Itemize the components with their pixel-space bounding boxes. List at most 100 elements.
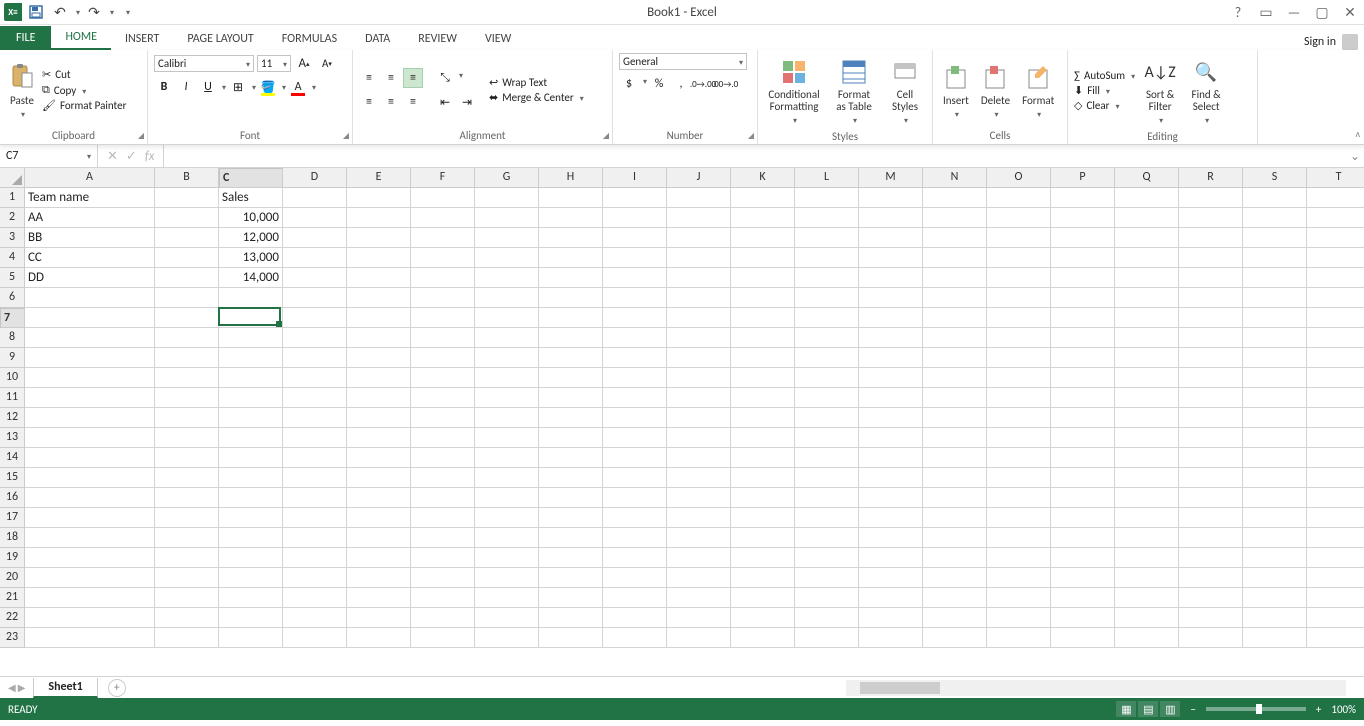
cell-P16[interactable] bbox=[1051, 488, 1115, 508]
cell-B22[interactable] bbox=[155, 608, 219, 628]
cell-H12[interactable] bbox=[539, 408, 603, 428]
cell-P4[interactable] bbox=[1051, 248, 1115, 268]
cell-H22[interactable] bbox=[539, 608, 603, 628]
column-header-F[interactable]: F bbox=[411, 168, 475, 188]
insert-cells-button[interactable]: Insert bbox=[939, 58, 973, 122]
cell-P3[interactable] bbox=[1051, 228, 1115, 248]
review-tab[interactable]: REVIEW bbox=[404, 28, 471, 50]
cell-A5[interactable]: DD bbox=[25, 268, 155, 288]
cell-H16[interactable] bbox=[539, 488, 603, 508]
cell-H2[interactable] bbox=[539, 208, 603, 228]
cell-I16[interactable] bbox=[603, 488, 667, 508]
cell-Q9[interactable] bbox=[1115, 348, 1179, 368]
cell-M17[interactable] bbox=[859, 508, 923, 528]
column-header-D[interactable]: D bbox=[283, 168, 347, 188]
new-sheet-button[interactable]: + bbox=[108, 679, 126, 697]
cell-H1[interactable] bbox=[539, 188, 603, 208]
cell-N5[interactable] bbox=[923, 268, 987, 288]
cell-D14[interactable] bbox=[283, 448, 347, 468]
cell-D15[interactable] bbox=[283, 468, 347, 488]
cell-J12[interactable] bbox=[667, 408, 731, 428]
row-header-8[interactable]: 8 bbox=[0, 328, 25, 348]
cell-F7[interactable] bbox=[411, 308, 475, 328]
cell-P23[interactable] bbox=[1051, 628, 1115, 648]
cell-L22[interactable] bbox=[795, 608, 859, 628]
align-left-icon[interactable]: ≡ bbox=[359, 92, 379, 112]
cell-R23[interactable] bbox=[1179, 628, 1243, 648]
cell-O21[interactable] bbox=[987, 588, 1051, 608]
cell-T5[interactable] bbox=[1307, 268, 1364, 288]
cell-R13[interactable] bbox=[1179, 428, 1243, 448]
page-layout-tab[interactable]: PAGE LAYOUT bbox=[173, 28, 267, 50]
cell-O18[interactable] bbox=[987, 528, 1051, 548]
cell-E12[interactable] bbox=[347, 408, 411, 428]
row-header-10[interactable]: 10 bbox=[0, 368, 25, 388]
row-header-12[interactable]: 12 bbox=[0, 408, 25, 428]
cell-N3[interactable] bbox=[923, 228, 987, 248]
cell-Q8[interactable] bbox=[1115, 328, 1179, 348]
autosum-button[interactable]: ∑AutoSum bbox=[1074, 69, 1135, 82]
cell-P18[interactable] bbox=[1051, 528, 1115, 548]
cell-A14[interactable] bbox=[25, 448, 155, 468]
cell-F1[interactable] bbox=[411, 188, 475, 208]
merge-dropdown-icon[interactable] bbox=[578, 91, 584, 104]
fill-color-dropdown-icon[interactable] bbox=[280, 80, 286, 94]
cell-T16[interactable] bbox=[1307, 488, 1364, 508]
cell-G7[interactable] bbox=[475, 308, 539, 328]
cell-S4[interactable] bbox=[1243, 248, 1307, 268]
cell-F3[interactable] bbox=[411, 228, 475, 248]
cell-O16[interactable] bbox=[987, 488, 1051, 508]
underline-dropdown-icon[interactable] bbox=[220, 80, 226, 94]
cell-J16[interactable] bbox=[667, 488, 731, 508]
cell-L12[interactable] bbox=[795, 408, 859, 428]
cell-K10[interactable] bbox=[731, 368, 795, 388]
cell-G17[interactable] bbox=[475, 508, 539, 528]
zoom-in-icon[interactable]: + bbox=[1316, 703, 1321, 716]
row-header-1[interactable]: 1 bbox=[0, 188, 25, 208]
cell-D3[interactable] bbox=[283, 228, 347, 248]
cell-R10[interactable] bbox=[1179, 368, 1243, 388]
cell-R5[interactable] bbox=[1179, 268, 1243, 288]
cell-A11[interactable] bbox=[25, 388, 155, 408]
cell-S18[interactable] bbox=[1243, 528, 1307, 548]
cell-C20[interactable] bbox=[219, 568, 283, 588]
cell-K11[interactable] bbox=[731, 388, 795, 408]
cell-P11[interactable] bbox=[1051, 388, 1115, 408]
cell-A9[interactable] bbox=[25, 348, 155, 368]
cell-N16[interactable] bbox=[923, 488, 987, 508]
cell-F18[interactable] bbox=[411, 528, 475, 548]
cell-P17[interactable] bbox=[1051, 508, 1115, 528]
cell-A16[interactable] bbox=[25, 488, 155, 508]
increase-font-icon[interactable]: A▴ bbox=[294, 53, 314, 73]
cell-N4[interactable] bbox=[923, 248, 987, 268]
column-header-M[interactable]: M bbox=[859, 168, 923, 188]
cell-D13[interactable] bbox=[283, 428, 347, 448]
cell-L23[interactable] bbox=[795, 628, 859, 648]
column-header-Q[interactable]: Q bbox=[1115, 168, 1179, 188]
cell-O7[interactable] bbox=[987, 308, 1051, 328]
cell-R11[interactable] bbox=[1179, 388, 1243, 408]
cell-D5[interactable] bbox=[283, 268, 347, 288]
cell-T15[interactable] bbox=[1307, 468, 1364, 488]
zoom-slider[interactable] bbox=[1206, 707, 1306, 711]
cell-Q16[interactable] bbox=[1115, 488, 1179, 508]
row-header-16[interactable]: 16 bbox=[0, 488, 25, 508]
cell-B3[interactable] bbox=[155, 228, 219, 248]
cell-Q22[interactable] bbox=[1115, 608, 1179, 628]
cell-C1[interactable]: Sales bbox=[219, 188, 283, 208]
cell-S15[interactable] bbox=[1243, 468, 1307, 488]
insert-function-icon[interactable]: fx bbox=[142, 149, 158, 164]
sheet-nav-prev-icon[interactable]: ◀ bbox=[8, 681, 16, 694]
cell-O2[interactable] bbox=[987, 208, 1051, 228]
cell-P15[interactable] bbox=[1051, 468, 1115, 488]
cell-S12[interactable] bbox=[1243, 408, 1307, 428]
cell-K6[interactable] bbox=[731, 288, 795, 308]
redo-icon[interactable]: ↷ bbox=[84, 2, 104, 22]
cell-F2[interactable] bbox=[411, 208, 475, 228]
cell-K18[interactable] bbox=[731, 528, 795, 548]
cell-I7[interactable] bbox=[603, 308, 667, 328]
cell-I1[interactable] bbox=[603, 188, 667, 208]
cell-F13[interactable] bbox=[411, 428, 475, 448]
enter-formula-icon[interactable]: ✓ bbox=[123, 149, 140, 164]
cell-G2[interactable] bbox=[475, 208, 539, 228]
